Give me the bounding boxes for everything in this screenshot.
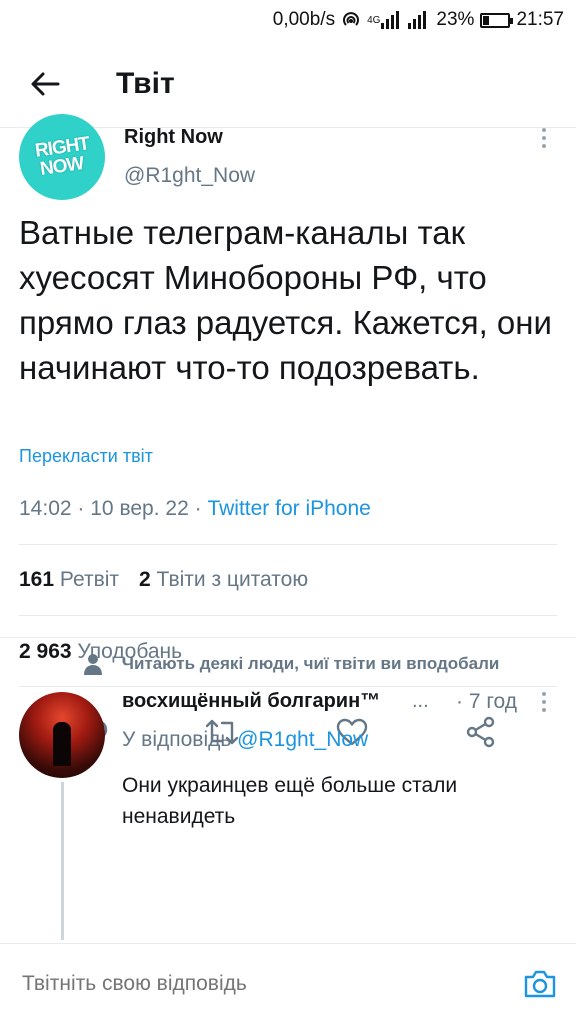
reply-compose-bar — [0, 943, 576, 1024]
signal-icon: 4G — [367, 11, 430, 29]
quotes-label: Твіти з цитатою — [156, 568, 309, 591]
battery-icon — [480, 12, 514, 28]
reply-input[interactable] — [22, 972, 510, 996]
reply-author-avatar[interactable] — [19, 692, 105, 778]
quotes-stat[interactable]: 2 Твіти з цитатою — [139, 568, 308, 592]
meta-separator: · — [194, 497, 202, 520]
replying-prefix: У відповідь — [122, 728, 232, 751]
retweets-stat[interactable]: 161 Ретвіт — [19, 568, 119, 592]
social-context-text: Читають деякі люди, чиї твіти ви вподоба… — [122, 654, 500, 673]
arrow-left-icon — [31, 72, 60, 95]
camera-icon — [524, 970, 556, 998]
hotspot-icon — [341, 10, 361, 30]
person-icon — [84, 654, 102, 675]
author-handle[interactable]: @R1ght_Now — [124, 164, 255, 188]
tweet-stats-row: 161 Ретвіт 2 Твіти з цитатою — [19, 568, 308, 592]
meta-separator: · — [77, 497, 85, 520]
more-options-icon[interactable] — [534, 128, 554, 148]
network-speed: 0,00b/s — [272, 9, 336, 30]
top-bar: Твіт — [0, 40, 576, 128]
thread-line — [61, 782, 64, 940]
author-name[interactable]: Right Now — [124, 126, 223, 149]
tweet-text: Ватные телеграм-каналы так хуесосят Мино… — [19, 214, 552, 386]
likes-count: 2 963 — [19, 640, 72, 663]
avatar-logo-text-2: NOW — [39, 153, 85, 180]
battery-fill — [483, 15, 490, 25]
translate-tweet-link[interactable]: Перекласти твіт — [19, 446, 153, 467]
reply-text: Они украинцев ещё больше стали ненавидет… — [122, 774, 458, 828]
tweet-source-link[interactable]: Twitter for iPhone — [207, 497, 370, 520]
status-time: 21:57 — [516, 9, 564, 30]
reply-tweet[interactable]: восхищённый болгарин™ ... · 7 год У відп… — [0, 690, 576, 940]
reply-more-options-icon[interactable] — [534, 692, 554, 712]
reply-time: · 7 год — [456, 690, 518, 713]
camera-button[interactable] — [510, 954, 570, 1014]
tweet-time: 14:02 — [19, 497, 72, 520]
main-tweet: RIGHT NOW Right Now @R1ght_Now Ватные те… — [0, 114, 576, 748]
quotes-count: 2 — [139, 568, 151, 591]
divider — [19, 544, 557, 545]
reply-social-context: Читають деякі люди, чиї твіти ви вподоба… — [84, 653, 499, 675]
status-bar: 0,00b/s 4G 23% 21:57 — [0, 0, 576, 40]
replying-to: У відповідь @R1ght_Now — [122, 728, 368, 752]
tweet-meta: 14:02 · 10 вер. 22 · Twitter for iPhone — [19, 497, 371, 521]
back-button[interactable] — [0, 40, 90, 128]
divider — [19, 615, 557, 616]
tweet-author-row: RIGHT NOW Right Now @R1ght_Now — [0, 114, 576, 204]
page-title: Твіт — [116, 66, 175, 100]
reply-author-name[interactable]: восхищённый болгарин™ — [122, 690, 380, 713]
reply-name-ellipsis: ... — [412, 690, 429, 712]
battery-percent: 23% — [436, 9, 475, 30]
network-type-label: 4G — [367, 14, 381, 26]
retweets-label: Ретвіт — [59, 568, 120, 591]
section-divider — [0, 637, 576, 638]
replying-handle-link[interactable]: @R1ght_Now — [237, 728, 368, 751]
retweets-count: 161 — [19, 568, 55, 591]
tweet-date: 10 вер. 22 — [90, 497, 189, 520]
divider — [19, 686, 557, 687]
author-avatar[interactable]: RIGHT NOW — [19, 114, 105, 200]
